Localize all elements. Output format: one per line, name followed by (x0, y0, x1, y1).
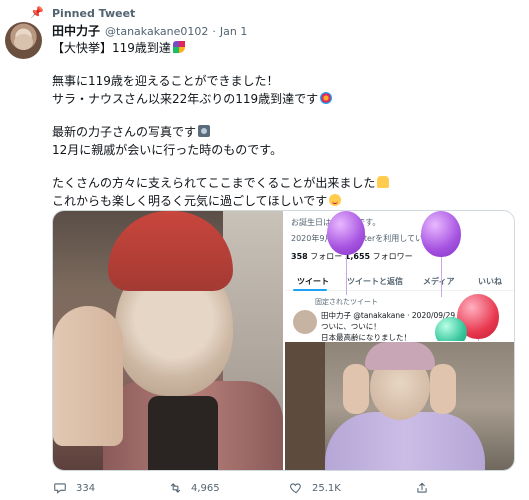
author-name[interactable]: 田中力子 (52, 22, 100, 39)
embedded-tab: メディア (423, 277, 455, 286)
tweet-line-text: サラ・ナウスさん以来22年ぶりの119歳到達です (52, 92, 319, 106)
embedded-tab: いいね (478, 277, 502, 286)
tweet-line-text: 無事に119歳を迎えることができました！ (52, 74, 279, 88)
retweet-count: 4,965 (191, 482, 220, 494)
reply-count: 334 (76, 482, 96, 494)
tweet-line: 無事に119歳を迎えることができました！ (52, 72, 522, 90)
confetti-icon (320, 92, 333, 104)
pinned-indicator: 📌 Pinned Tweet (30, 5, 135, 21)
purple-balloon-icon (421, 211, 461, 297)
share-icon (414, 480, 430, 496)
pinned-label: Pinned Tweet (52, 6, 136, 20)
embedded-text-line: 日本最高齢になりました！ (321, 333, 411, 341)
reply-icon (52, 480, 68, 496)
embedded-avatar (293, 310, 317, 334)
tweet-line-text: これからも楽しく明るく元気に過ごしてほしいです (52, 194, 328, 208)
camera-icon (198, 125, 211, 137)
tweet-header: 田中力子 @tanakakane0102 · Jan 1 (52, 22, 247, 40)
tweet-date[interactable]: Jan 1 (220, 25, 247, 38)
tweet-line: これからも楽しく明るく元気に過ごしてほしいです (52, 192, 522, 210)
photo-door (285, 342, 325, 470)
embedded-tabs: ツイート ツイートと返信 メディア いいね (285, 271, 514, 291)
photo-elderly-woman-waving[interactable] (53, 211, 283, 470)
retweet-button[interactable]: 4,965 (167, 479, 220, 497)
party-popper-icon (172, 41, 185, 53)
heart-icon (288, 480, 304, 496)
raising-hands-icon (377, 176, 390, 188)
photo-body (325, 412, 485, 470)
pin-icon: 📌 (30, 6, 44, 19)
embedded-pinned-label: 固定されたツイート (315, 298, 378, 306)
tweet-line: サラ・ナウスさん以来22年ぶりの119歳到達です (52, 90, 522, 108)
purple-balloon-icon (327, 211, 365, 295)
photo-hat (365, 342, 435, 370)
photo-elderly-woman-peace-sign[interactable] (285, 342, 514, 470)
embedded-name-line: 田中力子 @tanakakane · 2020/09/29 (321, 311, 456, 320)
author-handle[interactable]: @tanakakane0102 (105, 25, 208, 38)
tweet-line: 12月に親戚が会いに行った時のものです。 (52, 141, 522, 159)
tweet-line: 【大快挙】119歳到達 (52, 39, 522, 57)
tweet-line: 最新の力子さんの写真です (52, 123, 522, 141)
embedded-tab: ツイートと返信 (347, 277, 403, 286)
retweet-icon (167, 480, 183, 496)
media-grid: お誕生日は1月2日です。 2020年9月からTwitterを利用しています 35… (52, 210, 515, 471)
smile-icon (329, 194, 342, 206)
embedded-followers-label: フォロワー (372, 252, 413, 261)
tweet-line-text: たくさんの方々に支えられてここまでくることが出来ました (52, 176, 376, 190)
green-balloon-icon (435, 317, 467, 341)
embedded-text-line: ついに、ついに！ (321, 322, 381, 331)
like-button[interactable]: 25.1K (288, 479, 341, 497)
embedded-tab-indicator (293, 289, 327, 291)
embedded-tab: ツイート (297, 277, 329, 286)
share-button[interactable] (414, 479, 430, 497)
like-count: 25.1K (312, 482, 341, 494)
avatar[interactable] (5, 22, 42, 59)
tweet[interactable]: 📌 Pinned Tweet 田中力子 @tanakakane0102 · Ja… (0, 0, 529, 500)
tweet-line-text: 【大快挙】119歳到達 (52, 41, 171, 55)
photo-hand (430, 364, 456, 414)
embedded-following-count: 358 (291, 252, 308, 261)
photo-shirt (148, 396, 218, 470)
tweet-text: 【大快挙】119歳到達 無事に119歳を迎えることができました！ サラ・ナウスさ… (52, 39, 522, 210)
embedded-profile-screenshot[interactable]: お誕生日は1月2日です。 2020年9月からTwitterを利用しています 35… (285, 211, 514, 341)
reply-button[interactable]: 334 (52, 479, 95, 497)
tweet-line: たくさんの方々に支えられてここまでくることが出来ました (52, 174, 522, 192)
photo-hand (53, 306, 123, 446)
photo-hand (343, 364, 369, 414)
embedded-joined-line: 2020年9月からTwitterを利用しています (291, 234, 440, 243)
photo-hat (108, 211, 233, 291)
header-separator: · (212, 25, 216, 38)
tweet-line-text: 12月に親戚が会いに行った時のものです。 (52, 143, 283, 157)
tweet-line-text: 最新の力子さんの写真です (52, 125, 197, 139)
tweet-actions: 334 4,965 25.1K (52, 479, 522, 497)
